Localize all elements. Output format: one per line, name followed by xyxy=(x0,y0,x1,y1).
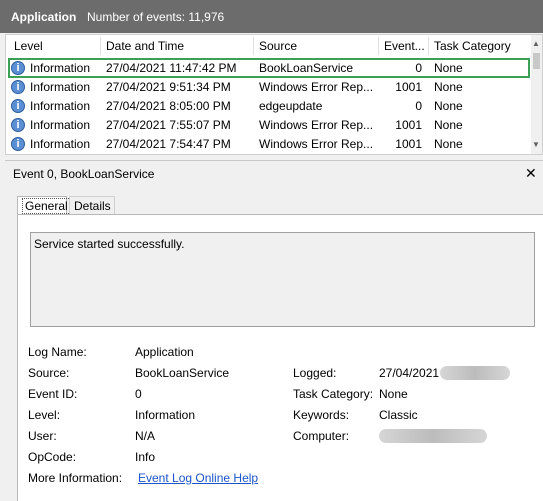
event-level: Information xyxy=(30,118,91,132)
logged-value: 27/04/2021 xyxy=(379,366,440,380)
event-row[interactable]: i Information 27/04/2021 8:05:00 PM edge… xyxy=(6,97,533,116)
column-divider[interactable] xyxy=(253,37,254,55)
column-divider[interactable] xyxy=(100,37,101,55)
column-divider[interactable] xyxy=(378,37,379,55)
event-id: 0 xyxy=(415,99,422,113)
event-category: None xyxy=(434,118,463,132)
scroll-down-icon[interactable]: ▼ xyxy=(532,140,540,149)
information-icon: i xyxy=(11,118,25,132)
source-value: BookLoanService xyxy=(135,366,230,380)
log-name-label: Log Name: xyxy=(28,345,87,359)
event-category: None xyxy=(434,80,463,94)
logged-label: Logged: xyxy=(293,366,337,380)
event-datetime: 27/04/2021 7:55:07 PM xyxy=(106,118,231,132)
redacted-computer-name xyxy=(379,429,487,443)
tab-label: Details xyxy=(74,199,111,213)
column-header-source[interactable]: Source xyxy=(259,35,297,57)
tab-general[interactable]: General xyxy=(17,196,71,215)
column-header-task-category[interactable]: Task Category xyxy=(434,35,511,57)
tab-label: General xyxy=(22,198,71,214)
more-information-label: More Information: xyxy=(28,471,123,485)
task-category-label: Task Category: xyxy=(293,387,374,401)
event-source: Windows Error Rep... xyxy=(259,118,374,132)
event-level: Information xyxy=(30,137,91,151)
selection-highlight xyxy=(8,58,530,78)
tab-details[interactable]: Details xyxy=(69,196,115,215)
event-id-value: 0 xyxy=(135,387,142,401)
information-icon: i xyxy=(11,137,25,151)
event-datetime: 27/04/2021 9:51:34 PM xyxy=(106,80,231,94)
scrollbar-thumb[interactable] xyxy=(533,53,540,69)
event-id: 1001 xyxy=(395,137,422,151)
source-label: Source: xyxy=(28,366,70,380)
event-id: 1001 xyxy=(395,118,422,132)
opcode-label: OpCode: xyxy=(28,450,77,464)
event-category: None xyxy=(434,137,463,151)
event-level: Information xyxy=(30,99,91,113)
column-divider[interactable] xyxy=(428,37,429,55)
event-source: Windows Error Rep... xyxy=(259,137,374,151)
event-source: edgeupdate xyxy=(259,99,323,113)
event-source: Windows Error Rep... xyxy=(259,80,374,94)
event-message-box[interactable]: Service started successfully. xyxy=(30,232,535,327)
scroll-up-icon[interactable]: ▲ xyxy=(532,39,540,48)
event-datetime: 27/04/2021 8:05:00 PM xyxy=(106,99,231,113)
event-log-online-help-link[interactable]: Event Log Online Help xyxy=(138,471,258,485)
information-icon: i xyxy=(11,99,25,113)
vertical-scrollbar[interactable]: ▲ ▼ xyxy=(531,35,542,154)
detail-title: Event 0, BookLoanService xyxy=(13,167,155,181)
column-header-level[interactable]: Level xyxy=(14,35,43,57)
event-list[interactable]: Level Date and Time Source Event... Task… xyxy=(5,34,543,155)
redacted-time xyxy=(440,366,510,380)
level-label: Level: xyxy=(28,408,61,422)
level-value: Information xyxy=(135,408,196,422)
event-message: Service started successfully. xyxy=(34,237,185,251)
event-row[interactable]: i Information 27/04/2021 9:51:34 PM Wind… xyxy=(6,78,533,97)
event-id-label: Event ID: xyxy=(28,387,78,401)
event-category: None xyxy=(434,99,463,113)
user-value: N/A xyxy=(135,429,156,443)
pane-divider[interactable] xyxy=(5,160,543,161)
event-row[interactable]: i Information 27/04/2021 7:54:47 PM Wind… xyxy=(6,135,533,154)
opcode-value: Info xyxy=(135,450,156,464)
log-title: Application xyxy=(11,10,77,24)
event-id: 1001 xyxy=(395,80,422,94)
information-icon: i xyxy=(11,80,25,94)
keywords-value: Classic xyxy=(379,408,418,422)
task-category-value: None xyxy=(379,387,408,401)
keywords-label: Keywords: xyxy=(293,408,350,422)
log-name-value: Application xyxy=(135,345,194,359)
event-count: Number of events: 11,976 xyxy=(87,10,225,24)
column-header-date[interactable]: Date and Time xyxy=(106,35,184,57)
column-header-event-id[interactable]: Event... xyxy=(384,35,425,57)
computer-label: Computer: xyxy=(293,429,350,443)
event-level: Information xyxy=(30,80,91,94)
close-icon[interactable]: ✕ xyxy=(525,165,537,182)
log-header: Application Number of events: 11,976 xyxy=(0,0,543,33)
event-row[interactable]: i Information 27/04/2021 7:55:07 PM Wind… xyxy=(6,116,533,135)
user-label: User: xyxy=(28,429,57,443)
event-datetime: 27/04/2021 7:54:47 PM xyxy=(106,137,231,151)
